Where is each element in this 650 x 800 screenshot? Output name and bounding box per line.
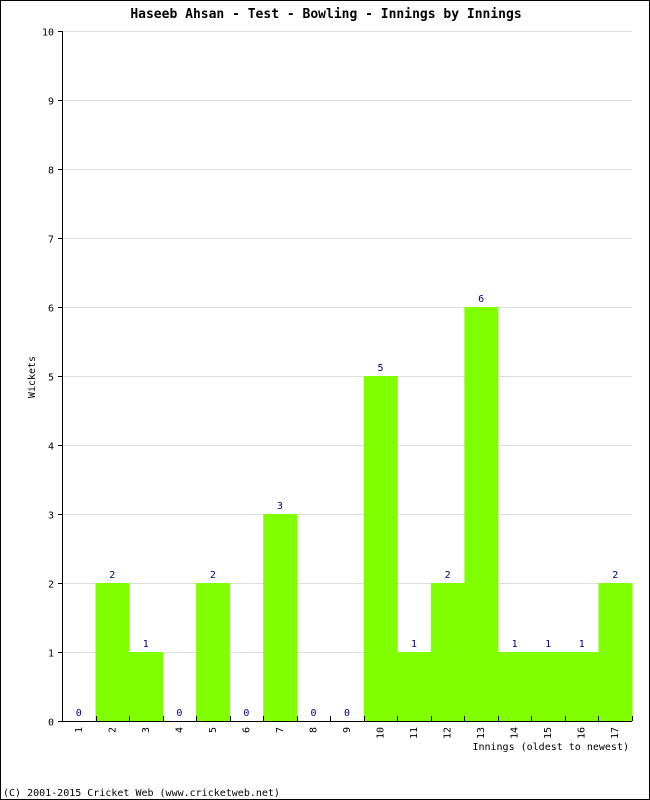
bar — [430, 583, 465, 721]
y-axis-label: Wickets — [27, 356, 38, 398]
x-tick-label: 10 — [376, 727, 387, 739]
x-tick-label: 13 — [476, 727, 487, 739]
grid-lines — [62, 31, 632, 653]
data-label: 2 — [109, 570, 115, 581]
data-label: 2 — [445, 570, 451, 581]
data-label: 0 — [344, 708, 350, 719]
bar — [464, 307, 499, 721]
x-axis-label: Innings (oldest to newest) — [472, 742, 629, 753]
x-tick-label: 6 — [241, 727, 252, 733]
chart-frame: Haseeb Ahsan - Test - Bowling - Innings … — [0, 0, 650, 800]
x-tick-labels: 1 2 3 4 5 6 7 8 9 10 11 12 13 14 15 16 17 — [74, 727, 621, 739]
y-tick-label: 6 — [48, 304, 54, 315]
x-tick-label: 11 — [409, 727, 420, 739]
bar — [497, 652, 532, 721]
data-label: 1 — [143, 639, 149, 650]
data-label: 1 — [579, 639, 585, 650]
data-label: 0 — [176, 708, 182, 719]
data-label: 5 — [378, 363, 384, 374]
x-tick-label: 4 — [174, 727, 185, 733]
data-label: 1 — [512, 639, 518, 650]
data-label: 3 — [277, 501, 283, 512]
bar — [129, 652, 164, 721]
x-tick-label: 16 — [577, 727, 588, 739]
bar — [598, 583, 633, 721]
y-tick-label: 2 — [48, 580, 54, 591]
x-tick-label: 9 — [342, 727, 353, 733]
bar — [531, 652, 566, 721]
bar — [263, 514, 298, 721]
x-tick-label: 14 — [510, 727, 521, 739]
data-label: 0 — [243, 708, 249, 719]
x-tick-label: 2 — [107, 727, 118, 733]
bar — [564, 652, 599, 721]
bar-chart: Haseeb Ahsan - Test - Bowling - Innings … — [3, 7, 633, 799]
y-tick-label: 9 — [48, 97, 54, 108]
y-tick-label: 7 — [48, 235, 54, 246]
x-tick-label: 15 — [543, 727, 554, 739]
bar — [196, 583, 231, 721]
data-label: 0 — [76, 708, 82, 719]
y-tick-label: 1 — [48, 649, 54, 660]
x-tick-label: 5 — [208, 727, 219, 733]
x-tick-label: 7 — [275, 727, 286, 733]
data-label: 1 — [411, 639, 417, 650]
bar — [363, 376, 398, 721]
y-tick-label: 10 — [42, 28, 54, 39]
y-tick-label: 0 — [48, 718, 54, 729]
x-tick-label: 12 — [443, 727, 454, 739]
x-tick-label: 8 — [308, 727, 319, 733]
data-label: 1 — [545, 639, 551, 650]
y-tick-labels: 0 1 2 3 4 5 6 7 8 9 10 — [42, 28, 54, 729]
x-tick-label: 1 — [74, 727, 85, 733]
data-label: 2 — [210, 570, 216, 581]
x-tick-label: 3 — [141, 727, 152, 733]
bar — [397, 652, 432, 721]
data-label: 0 — [310, 708, 316, 719]
y-tick-label: 5 — [48, 373, 54, 384]
y-tick-label: 4 — [48, 442, 54, 453]
bar — [95, 583, 130, 721]
y-tick-label: 3 — [48, 511, 54, 522]
data-label: 2 — [612, 570, 618, 581]
copyright-footer: (C) 2001-2015 Cricket Web (www.cricketwe… — [3, 788, 280, 799]
y-tick-label: 8 — [48, 166, 54, 177]
chart-title: Haseeb Ahsan - Test - Bowling - Innings … — [130, 7, 521, 22]
x-tick-label: 17 — [610, 727, 621, 739]
data-label: 6 — [478, 294, 484, 305]
